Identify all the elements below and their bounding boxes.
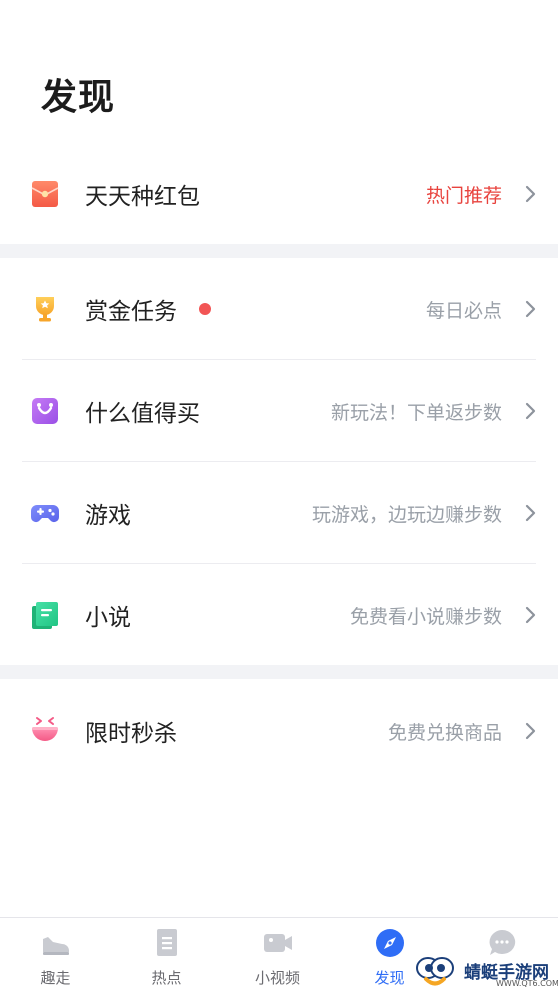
item-subtext: 玩游戏，边玩边赚步数	[311, 503, 502, 526]
section-separator	[0, 665, 558, 679]
item-label: 什么值得买	[85, 401, 200, 427]
gamepad-icon	[31, 505, 59, 522]
item-subtext: 免费看小说赚步数	[349, 605, 502, 628]
page-title: 发现	[41, 77, 116, 118]
item-label: 天天种红包	[85, 184, 200, 210]
list-item-games[interactable]: 游戏 玩游戏，边玩边赚步数	[0, 462, 558, 564]
sneaker-icon	[42, 937, 69, 955]
video-camera-icon	[263, 934, 292, 952]
chevron-right-icon	[525, 606, 536, 624]
dragonfly-logo-icon	[416, 957, 454, 986]
book-icon	[32, 602, 58, 629]
tab-hot[interactable]: 热点	[111, 918, 222, 992]
trophy-icon	[36, 297, 54, 322]
list-item-bounty-task[interactable]: 赏金任务 每日必点	[0, 258, 558, 360]
chevron-right-icon	[525, 722, 536, 740]
list-item-flash-sale[interactable]: 限时秒杀 免费兑换商品	[0, 680, 558, 782]
list-item-red-envelope[interactable]: 天天种红包 热门推荐	[0, 143, 558, 245]
item-label: 赏金任务	[85, 299, 177, 325]
tab-label: 趣走	[40, 969, 71, 987]
shopping-bag-icon	[32, 398, 58, 424]
compass-icon	[375, 929, 404, 957]
item-label: 小说	[85, 605, 131, 631]
chevron-right-icon	[525, 504, 536, 522]
chevron-right-icon	[525, 300, 536, 318]
notification-dot	[199, 303, 211, 315]
chevron-right-icon	[525, 402, 536, 420]
tab-label: 热点	[151, 969, 182, 987]
tab-short-video[interactable]: 小视频	[222, 918, 333, 992]
flash-sale-bowl-icon	[32, 717, 58, 741]
item-label: 限时秒杀	[85, 721, 177, 747]
list-item-worth-buying[interactable]: 什么值得买 新玩法！下单返步数	[0, 360, 558, 462]
tab-label: 小视频	[254, 969, 300, 987]
tab-qu-zou[interactable]: 趣走	[0, 918, 111, 992]
item-subtext: 免费兑换商品	[387, 721, 502, 744]
section-separator	[0, 244, 558, 258]
item-label: 游戏	[85, 503, 131, 529]
item-subtext: 每日必点	[425, 299, 502, 322]
item-subtext: 新玩法！下单返步数	[330, 401, 502, 424]
item-subtext: 热门推荐	[425, 184, 502, 207]
watermark-url: WWW.QT6.COM	[496, 979, 558, 988]
watermark: 蜻蜓手游网 WWW.QT6.COM	[410, 950, 558, 992]
chevron-right-icon	[525, 185, 536, 203]
red-envelope-icon	[31, 181, 59, 207]
document-icon	[156, 929, 177, 956]
list-item-novels[interactable]: 小说 免费看小说赚步数	[0, 564, 558, 666]
